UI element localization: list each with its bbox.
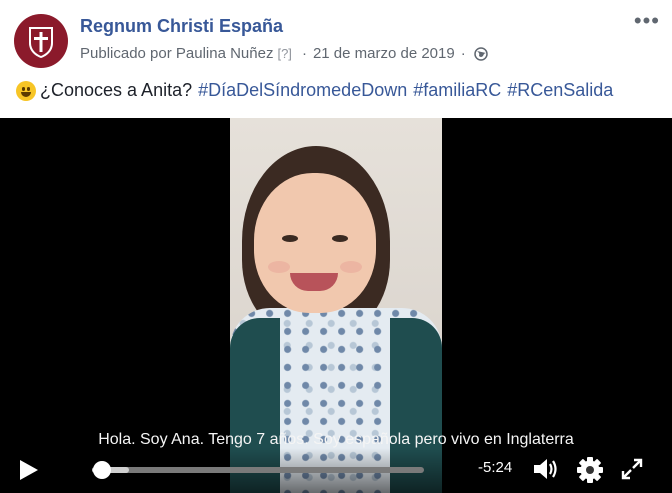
progress-handle[interactable] bbox=[92, 461, 111, 479]
time-remaining: -5:24 bbox=[478, 459, 513, 476]
help-marker[interactable]: [?] bbox=[277, 46, 291, 61]
video-player[interactable]: Hola. Soy Ana. Tengo 7 años. Soy español… bbox=[0, 118, 672, 493]
video-controls: -5:24 bbox=[0, 448, 672, 493]
post-text: ¿Conoces a Anita? #DíaDelSíndromedeDown … bbox=[16, 80, 613, 101]
more-options-icon[interactable]: ••• bbox=[634, 10, 660, 32]
hashtag-link[interactable]: #RCenSalida bbox=[507, 80, 613, 101]
meta-separator: · bbox=[460, 45, 466, 62]
page-avatar[interactable] bbox=[14, 14, 68, 68]
fullscreen-icon[interactable] bbox=[620, 457, 644, 481]
progress-bar[interactable] bbox=[92, 461, 424, 479]
hashtag-link[interactable]: #DíaDelSíndromedeDown bbox=[198, 80, 407, 101]
post-message: ¿Conoces a Anita? bbox=[40, 80, 193, 100]
hashtag-link[interactable]: #familiaRC bbox=[413, 80, 501, 101]
volume-icon[interactable] bbox=[531, 455, 561, 483]
post-meta: Publicado por Paulina Nuñez [?] · 21 de … bbox=[80, 45, 488, 62]
grinning-face-emoji bbox=[16, 80, 36, 101]
page-name-link[interactable]: Regnum Christi España bbox=[80, 16, 283, 37]
gear-icon[interactable] bbox=[575, 455, 605, 485]
video-caption: Hola. Soy Ana. Tengo 7 años. Soy español… bbox=[98, 431, 574, 448]
published-by[interactable]: Publicado por Paulina Nuñez bbox=[80, 45, 273, 62]
post-date[interactable]: 21 de marzo de 2019 bbox=[313, 45, 455, 62]
globe-icon[interactable] bbox=[473, 46, 488, 61]
regnum-christi-logo bbox=[29, 27, 53, 58]
play-icon[interactable] bbox=[18, 458, 40, 482]
meta-separator: · bbox=[301, 45, 307, 62]
